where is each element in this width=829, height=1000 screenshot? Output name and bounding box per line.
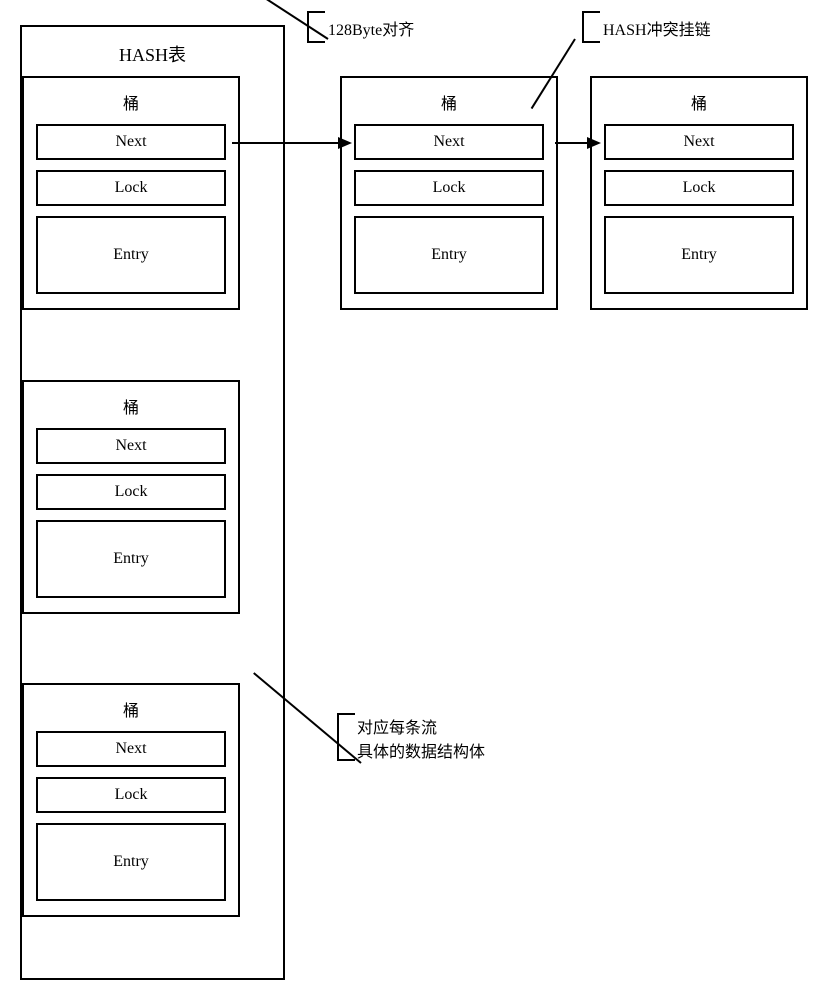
arrow-next-2-line: [555, 142, 589, 144]
field-label: Entry: [113, 246, 149, 264]
field-label: Lock: [433, 179, 466, 197]
bucket-inner: 桶 Next Lock Entry: [24, 685, 238, 915]
bucket-field-next: Next: [354, 124, 544, 160]
callout-hashchain: HASH冲突挂链: [603, 16, 711, 40]
field-label: Lock: [115, 179, 148, 197]
field-label: Next: [115, 740, 146, 758]
chain-bucket-1: 桶 Next Lock Entry: [590, 76, 808, 310]
field-label: Lock: [683, 179, 716, 197]
bucket-field-lock: Lock: [36, 777, 226, 813]
callout-128byte: 128Byte对齐: [328, 16, 414, 40]
field-label: Next: [433, 133, 464, 151]
arrow-next-1-head: [338, 137, 352, 149]
bucket-1: 桶 Next Lock Entry: [22, 380, 240, 614]
hash-table-title: HASH表: [22, 41, 283, 67]
callout-entry-line2: 具体的数据结构体: [357, 744, 485, 761]
bucket-field-entry: Entry: [354, 216, 544, 294]
bucket-inner: 桶 Next Lock Entry: [24, 382, 238, 612]
bucket-field-lock: Lock: [36, 474, 226, 510]
bucket-field-entry: Entry: [36, 823, 226, 901]
field-label: Entry: [113, 853, 149, 871]
callout-entry-line1: 对应每条流: [357, 720, 437, 737]
bucket-inner: 桶 Next Lock Entry: [592, 78, 806, 308]
arrow-next-1-line: [232, 142, 340, 144]
bucket-inner: 桶 Next Lock Entry: [24, 78, 238, 308]
chain-bucket-0: 桶 Next Lock Entry: [340, 76, 558, 310]
bucket-title: 桶: [441, 90, 457, 114]
arrow-next-2-head: [587, 137, 601, 149]
bucket-title: 桶: [123, 90, 139, 114]
field-label: Lock: [115, 483, 148, 501]
bucket-0: 桶 Next Lock Entry: [22, 76, 240, 310]
bucket-field-next: Next: [36, 428, 226, 464]
bucket-title: 桶: [123, 697, 139, 721]
bucket-field-entry: Entry: [36, 520, 226, 598]
field-label: Next: [683, 133, 714, 151]
field-label: Next: [115, 437, 146, 455]
field-label: Entry: [681, 246, 717, 264]
bucket-field-next: Next: [36, 124, 226, 160]
bucket-2: 桶 Next Lock Entry: [22, 683, 240, 917]
bucket-title: 桶: [691, 90, 707, 114]
field-label: Entry: [113, 550, 149, 568]
bucket-field-lock: Lock: [604, 170, 794, 206]
bucket-inner: 桶 Next Lock Entry: [342, 78, 556, 308]
field-label: Lock: [115, 786, 148, 804]
bucket-field-entry: Entry: [604, 216, 794, 294]
bucket-field-lock: Lock: [36, 170, 226, 206]
bucket-field-next: Next: [36, 731, 226, 767]
bucket-field-next: Next: [604, 124, 794, 160]
bucket-title: 桶: [123, 394, 139, 418]
field-label: Next: [115, 133, 146, 151]
callout-entry-desc: 对应每条流 具体的数据结构体: [357, 717, 507, 765]
field-label: Entry: [431, 246, 467, 264]
bucket-field-entry: Entry: [36, 216, 226, 294]
bucket-field-lock: Lock: [354, 170, 544, 206]
callout-bracket-hashchain: [582, 11, 600, 43]
